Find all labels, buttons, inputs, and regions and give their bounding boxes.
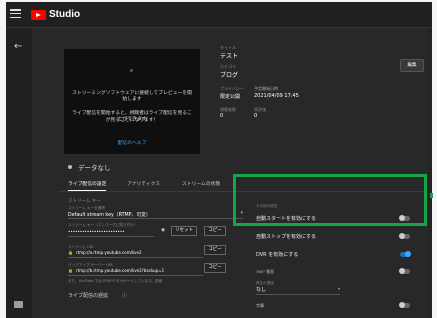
edit-button[interactable]: 編集 — [400, 59, 424, 72]
main-content: ストリーミングソフトウェアに接続してプレビューを開始します ライブ配信を開始する… — [32, 28, 432, 318]
privacy-label: プライバシー — [220, 86, 244, 91]
visibility-icon[interactable]: ◉ — [161, 228, 165, 233]
key-value: •••••••••••••••••••••••• — [68, 229, 125, 234]
stream-key-select[interactable]: ストリーム キーを選択 Default stream key（RTMP、可変） … — [68, 206, 243, 219]
preview-message: ストリーミングソフトウェアに接続してプレビューを開始します — [72, 91, 192, 102]
copy-key-button[interactable]: コピー — [204, 226, 226, 236]
back-arrow-icon[interactable]: ← — [14, 41, 22, 52]
tab-analytics[interactable]: アナリティクス — [127, 179, 160, 190]
stream-info: タイトル テスト カテゴリ ブログ プライバシー 予定開始日時 限定公開 202… — [220, 45, 400, 155]
stream-key-panel: ストリーム キー ストリーム キーを選択 Default stream key（… — [58, 193, 246, 318]
360-label: 360° 動画 — [256, 269, 274, 274]
rtmps-note: また、YouTube では RTMPS をサポートしています。詳細 — [68, 279, 163, 283]
lock-icon-2: 🔒 — [68, 268, 73, 273]
stream-status: データなし — [68, 162, 111, 172]
stream-title: テスト — [220, 53, 239, 60]
annotation-highlight-marker — [430, 193, 433, 198]
stream-preview: ストリーミングソフトウェアに接続してプレビューを開始します ライブ配信を開始する… — [64, 49, 200, 154]
scrollbar[interactable] — [428, 28, 432, 318]
like-count: 0 — [254, 113, 258, 119]
stream-url-field[interactable]: ストリーム URL rtmp://a.rtmp.youtube.com/live… — [68, 245, 203, 258]
stream-key-field[interactable]: ストリーム キー（エンコーダに貼り付け） •••••••••••••••••••… — [68, 223, 154, 237]
copy-url-button[interactable]: コピー — [204, 245, 226, 255]
tab-stream-settings[interactable]: ライブ配信の設定 — [68, 179, 107, 191]
left-rail: ← — [6, 28, 32, 318]
subtitles-label: 字幕 — [256, 303, 264, 308]
backup-value: rtmp://b.rtmp.youtube.com/live2?backup=1 — [76, 268, 165, 273]
tab-stream-health[interactable]: ストリームの状態 — [182, 179, 220, 190]
status-text: データなし — [78, 164, 111, 172]
top-bar: Studio — [6, 2, 432, 28]
schedule-label: 予定開始日時 — [254, 86, 278, 91]
app-brand: Studio — [49, 9, 81, 20]
preview-indicator-icon — [130, 69, 133, 72]
feedback-icon[interactable] — [14, 301, 23, 308]
help-link[interactable]: 配信のヘルプ — [70, 141, 194, 147]
backup-url-field[interactable]: バックアップ サーバー URL rtmp://b.rtmp.youtube.co… — [68, 263, 203, 276]
viewer-count: 0 — [220, 113, 224, 119]
studio-window: Studio ← ストリーミングソフトウェアに接続してプレビューを開始します ラ… — [6, 2, 432, 318]
help-icon[interactable]: ⓘ — [122, 292, 127, 299]
latency-label: ライブ配信の遅延 — [68, 293, 109, 299]
latency-dropdown[interactable]: なし ▾ — [256, 286, 340, 295]
stream-schedule: 2021/04/09 17:45 — [254, 93, 299, 99]
chevron-down-icon: ▾ — [337, 286, 340, 291]
copy-backup-button[interactable]: コピー — [204, 263, 226, 273]
select-value: Default stream key（RTMP、可変） — [68, 213, 151, 218]
preview-message-3: が見ることになります！ — [105, 118, 159, 123]
subtitles-toggle[interactable] — [399, 302, 410, 308]
auto-stop-toggle[interactable] — [399, 233, 410, 239]
annotation-highlight-box — [233, 174, 427, 226]
stream-category: ブログ — [220, 72, 239, 79]
reset-button[interactable]: リセット — [171, 226, 197, 236]
status-dot-icon — [68, 165, 72, 169]
key-label: ストリーム キー（エンコーダに貼り付け） — [68, 223, 138, 227]
auto-stop-label: 自動ストップを有効にする — [256, 234, 317, 240]
stream-key-title: ストリーム キー — [68, 199, 101, 204]
youtube-logo-icon[interactable] — [31, 10, 46, 20]
menu-icon[interactable] — [10, 9, 21, 19]
dvr-label: DVR を有効にする — [256, 252, 299, 258]
url-value: rtmp://a.rtmp.youtube.com/live2 — [76, 250, 142, 255]
360-toggle[interactable] — [399, 268, 410, 274]
lock-icon: 🔒 — [68, 250, 73, 255]
latency-dropdown-value: なし — [256, 287, 267, 293]
stream-privacy: 限定公開 — [220, 94, 241, 100]
dvr-toggle[interactable] — [400, 251, 411, 257]
